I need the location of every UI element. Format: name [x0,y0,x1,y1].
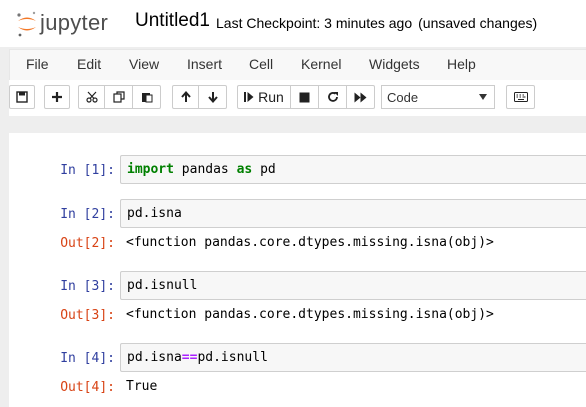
paste-icon [141,93,152,103]
code-token: pd.isnull [197,350,268,365]
stop-icon [299,92,310,102]
code-input[interactable]: pd.isna [120,199,586,228]
menu-help[interactable]: Help [447,56,476,72]
menu-file[interactable]: File [26,56,49,72]
toolbar: Run Code [9,80,586,116]
input-prompt: In [1]: [60,163,115,178]
cell-output: <function pandas.core.dtypes.missing.isn… [126,307,494,322]
run-button[interactable]: Run [237,85,291,109]
copy-button[interactable] [105,85,133,109]
step-forward-icon [244,92,254,102]
fast-forward-icon [354,92,367,102]
input-prompt: In [3]: [60,279,115,294]
menu-edit[interactable]: Edit [77,56,101,72]
cut-button[interactable] [78,85,105,109]
keyboard-icon [513,92,528,102]
arrow-up-icon [180,91,191,102]
menu-view[interactable]: View [129,56,159,72]
refresh-icon [327,92,338,102]
code-token: pd.isna [127,350,182,365]
move-down-button[interactable] [199,85,227,109]
menu-kernel[interactable]: Kernel [301,56,341,72]
save-button[interactable] [9,85,35,109]
input-prompt: In [4]: [60,351,115,366]
paste-button[interactable] [133,85,161,109]
logo-text: jupyter [40,10,109,35]
insert-cell-button[interactable] [44,85,70,109]
cell-type-select[interactable]: Code [381,85,495,109]
code-token: pd [252,162,276,177]
plus-icon [52,92,62,102]
unsaved-status: (unsaved changes) [418,15,538,31]
command-palette-button[interactable] [506,85,535,109]
menu-widgets[interactable]: Widgets [369,56,420,72]
save-icon [16,91,28,103]
move-up-button[interactable] [172,85,199,109]
copy-icon [112,91,125,103]
output-prompt: Out[2]: [60,236,115,251]
notebook-title[interactable]: Untitled1 [135,10,210,32]
keyword-token: as [236,162,253,177]
run-label: Run [258,89,284,105]
header: jupyter Untitled1 Last Checkpoint: 3 min… [0,0,586,47]
menu-insert[interactable]: Insert [187,56,222,72]
input-prompt: In [2]: [60,207,115,222]
interrupt-kernel-button[interactable] [291,85,319,109]
menu-bar: File Edit View Insert Cell Kernel Widget… [9,49,586,80]
code-token: pd.isna [127,206,182,221]
chevron-down-icon [479,94,487,100]
code-token: pandas [173,162,237,177]
output-prompt: Out[3]: [60,308,115,323]
restart-run-all-button[interactable] [347,85,375,109]
code-input[interactable]: pd.isnull [120,271,586,300]
jupyter-logo[interactable]: jupyter [16,9,126,39]
jupyter-logo-icon [17,11,36,37]
output-prompt: Out[4]: [60,380,115,395]
arrow-down-icon [207,92,218,103]
operator-token: == [181,350,198,365]
cell-type-value: Code [387,90,419,105]
notebook-container: In [1]: import pandas as pd In [2]: pd.i… [9,133,586,407]
checkpoint-status: Last Checkpoint: 3 minutes ago (unsaved c… [216,15,537,31]
code-token: pd.isnull [127,278,198,293]
code-input[interactable]: pd.isna==pd.isnull [120,343,586,372]
cut-icon [85,91,98,103]
cell-output: <function pandas.core.dtypes.missing.isn… [126,235,494,250]
menu-cell[interactable]: Cell [249,56,273,72]
code-input[interactable]: import pandas as pd [120,155,586,184]
restart-kernel-button[interactable] [319,85,347,109]
checkpoint-text: Last Checkpoint: 3 minutes ago [216,15,413,31]
keyword-token: import [127,162,174,177]
cell-output: True [126,379,158,394]
